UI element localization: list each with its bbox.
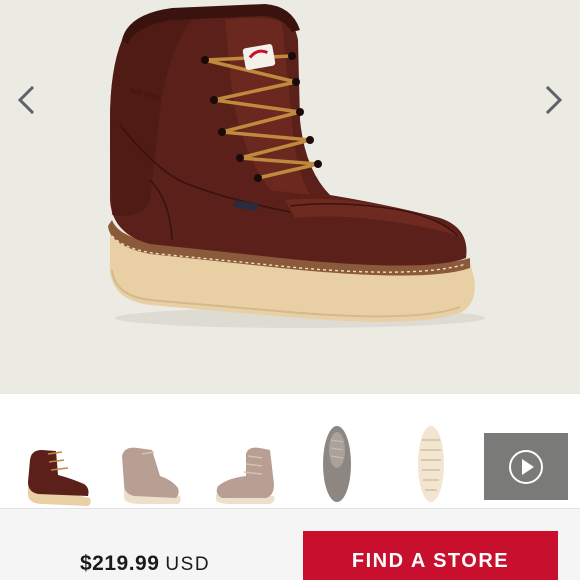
- thumbnail-3[interactable]: [206, 420, 284, 508]
- play-icon: [507, 448, 545, 486]
- next-image-button[interactable]: [536, 82, 572, 118]
- price-amount: $219.99: [80, 552, 160, 575]
- divider: [0, 393, 580, 394]
- price-currency: USD: [165, 554, 211, 575]
- boot-thumbnail-image: [418, 426, 444, 502]
- video-thumbnail[interactable]: [484, 433, 568, 500]
- boot-thumbnail-image: [28, 450, 91, 506]
- thumbnail-1[interactable]: [18, 420, 96, 508]
- thumbnail-2[interactable]: [112, 420, 190, 508]
- boot-image: RED WING: [108, 4, 485, 328]
- thumbnail-5[interactable]: [392, 420, 470, 508]
- product-hero-image: RED WING: [0, 0, 580, 393]
- previous-image-button[interactable]: [8, 82, 44, 118]
- find-a-store-button[interactable]: FIND A STORE: [303, 531, 558, 580]
- boot-thumbnail-image: [122, 447, 181, 504]
- chevron-left-icon: [17, 85, 35, 115]
- boot-thumbnail-image: [323, 426, 351, 502]
- price: $219.99 USD: [80, 552, 210, 576]
- boot-thumbnail-image: [216, 447, 275, 504]
- thumbnail-strip: [0, 420, 580, 508]
- thumbnail-4[interactable]: [298, 420, 376, 508]
- chevron-right-icon: [545, 85, 563, 115]
- purchase-bar: $219.99 USD FIND A STORE: [0, 508, 580, 580]
